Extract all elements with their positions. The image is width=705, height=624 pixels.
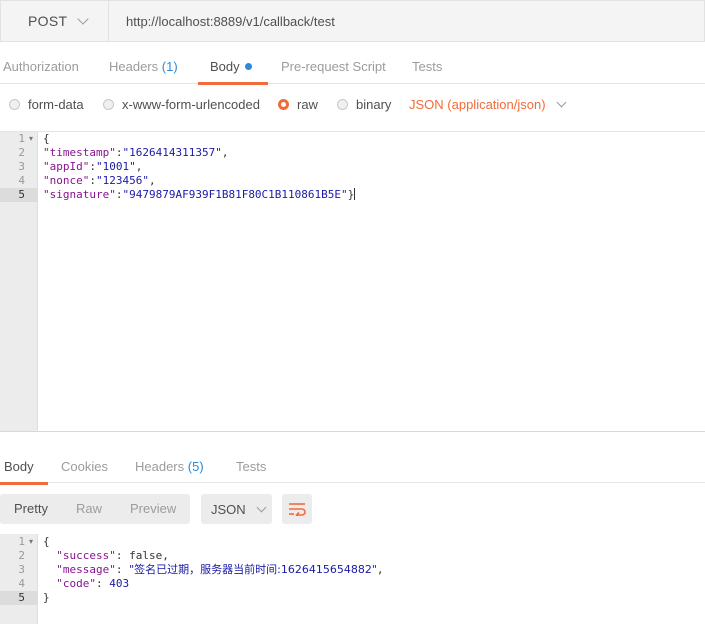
response-body-viewer: 1 ▾ 2 3 4 5 { "success": false, "message…: [0, 534, 705, 624]
chevron-down-icon: [77, 12, 89, 25]
pane-divider[interactable]: [0, 431, 705, 432]
modified-dot-icon: [244, 63, 252, 70]
wrap-lines-icon: [289, 503, 306, 516]
tab-label: Authorization: [3, 59, 79, 74]
line-gutter: 1 ▾ 2 3 4 5: [0, 132, 38, 432]
tab-label: Tests: [412, 59, 443, 74]
radio-x-www-form-urlencoded[interactable]: x-www-form-urlencoded: [103, 97, 260, 112]
line-gutter: 1 ▾ 2 3 4 5: [0, 534, 38, 624]
tab-label: Body: [4, 459, 34, 474]
tab-label: Headers: [135, 459, 185, 474]
method-label: POST: [28, 13, 68, 29]
tab-authorization[interactable]: Authorization: [3, 48, 79, 84]
line-number: 2: [18, 146, 25, 159]
url-bar: POST http://localhost:8889/v1/callback/t…: [0, 0, 705, 42]
code-line: "code": 403: [56, 577, 130, 590]
tab-response-headers[interactable]: Headers (5): [135, 448, 204, 484]
tab-headers[interactable]: Headers (1): [109, 48, 178, 84]
radio-circle-icon: [103, 99, 114, 110]
line-number: 5: [18, 591, 25, 604]
radio-circle-icon: [337, 99, 348, 110]
request-body-editor[interactable]: 1 ▾ 2 3 4 5 { "timestamp":"1626414311357…: [0, 131, 705, 432]
line-number: 3: [18, 160, 25, 173]
code-line: {: [43, 132, 50, 145]
code-line: "signature":"9479879AF939F1B81F80C1B1108…: [43, 188, 356, 201]
tab-label: Pre-request Script: [281, 59, 386, 74]
response-format-select[interactable]: JSON: [201, 494, 272, 524]
chevron-down-icon: [556, 97, 567, 108]
text-cursor: [354, 188, 356, 200]
tab-response-tests[interactable]: Tests: [236, 448, 266, 484]
body-type-selector: form-data x-www-form-urlencoded raw bina…: [0, 86, 705, 124]
code-line: "appId":"1001",: [43, 160, 143, 173]
radio-label: binary: [356, 97, 392, 112]
tab-body[interactable]: Body: [198, 48, 268, 85]
content-type-dropdown[interactable]: JSON (application/json): [409, 97, 567, 112]
line-number: 1: [18, 132, 25, 145]
line-number: 4: [18, 577, 25, 590]
method-select[interactable]: POST: [0, 0, 108, 42]
radio-binary[interactable]: binary: [337, 97, 391, 112]
tab-response-body[interactable]: Body: [0, 448, 48, 485]
line-number: 3: [18, 563, 25, 576]
code-line: "nonce":"123456",: [43, 174, 156, 187]
tab-label: Headers: [109, 59, 159, 74]
format-label: JSON: [211, 501, 246, 517]
view-raw-button[interactable]: Raw: [62, 494, 116, 524]
view-pretty-button[interactable]: Pretty: [0, 494, 62, 524]
code-line: "message": "签名已过期，服务器当前时间:1626415654882"…: [56, 563, 384, 576]
radio-label: x-www-form-urlencoded: [122, 97, 260, 112]
line-number: 4: [18, 174, 25, 187]
code-line: "timestamp":"1626414311357",: [43, 146, 229, 159]
radio-raw[interactable]: raw: [278, 97, 318, 112]
response-tabs: Body Cookies Headers (5) Tests: [0, 448, 705, 485]
content-type-label: JSON (application/json): [409, 97, 546, 112]
radio-label: raw: [297, 97, 318, 112]
tab-pre-request-script[interactable]: Pre-request Script: [281, 48, 386, 84]
tab-label: Cookies: [61, 459, 108, 474]
request-tabs: Authorization Headers (1) Body Pre-reque…: [0, 48, 705, 85]
chevron-down-icon: [256, 502, 267, 512]
radio-form-data[interactable]: form-data: [9, 97, 84, 112]
tab-tests[interactable]: Tests: [412, 48, 442, 84]
fold-arrow-icon[interactable]: ▾: [29, 537, 33, 546]
url-input[interactable]: http://localhost:8889/v1/callback/test: [108, 0, 705, 42]
code-line: }: [43, 591, 50, 604]
wrap-lines-button[interactable]: [282, 494, 312, 524]
radio-selected-icon: [278, 99, 289, 110]
line-number: 5: [18, 188, 25, 201]
url-text: http://localhost:8889/v1/callback/test: [126, 13, 335, 29]
radio-circle-icon: [9, 99, 20, 110]
code-line: {: [43, 535, 50, 548]
view-preview-button[interactable]: Preview: [116, 494, 190, 524]
tab-label: Tests: [236, 459, 267, 474]
line-number: 2: [18, 549, 25, 562]
header-count-badge: (1): [161, 59, 178, 74]
tab-cookies[interactable]: Cookies: [61, 448, 108, 484]
response-view-toggle: Pretty Raw Preview: [0, 494, 191, 524]
tab-label: Body: [210, 59, 240, 74]
fold-arrow-icon[interactable]: ▾: [29, 134, 33, 143]
header-count-badge: (5): [187, 459, 204, 474]
radio-label: form-data: [28, 97, 84, 112]
line-number: 1: [18, 535, 25, 548]
code-line: "success": false,: [56, 549, 169, 562]
